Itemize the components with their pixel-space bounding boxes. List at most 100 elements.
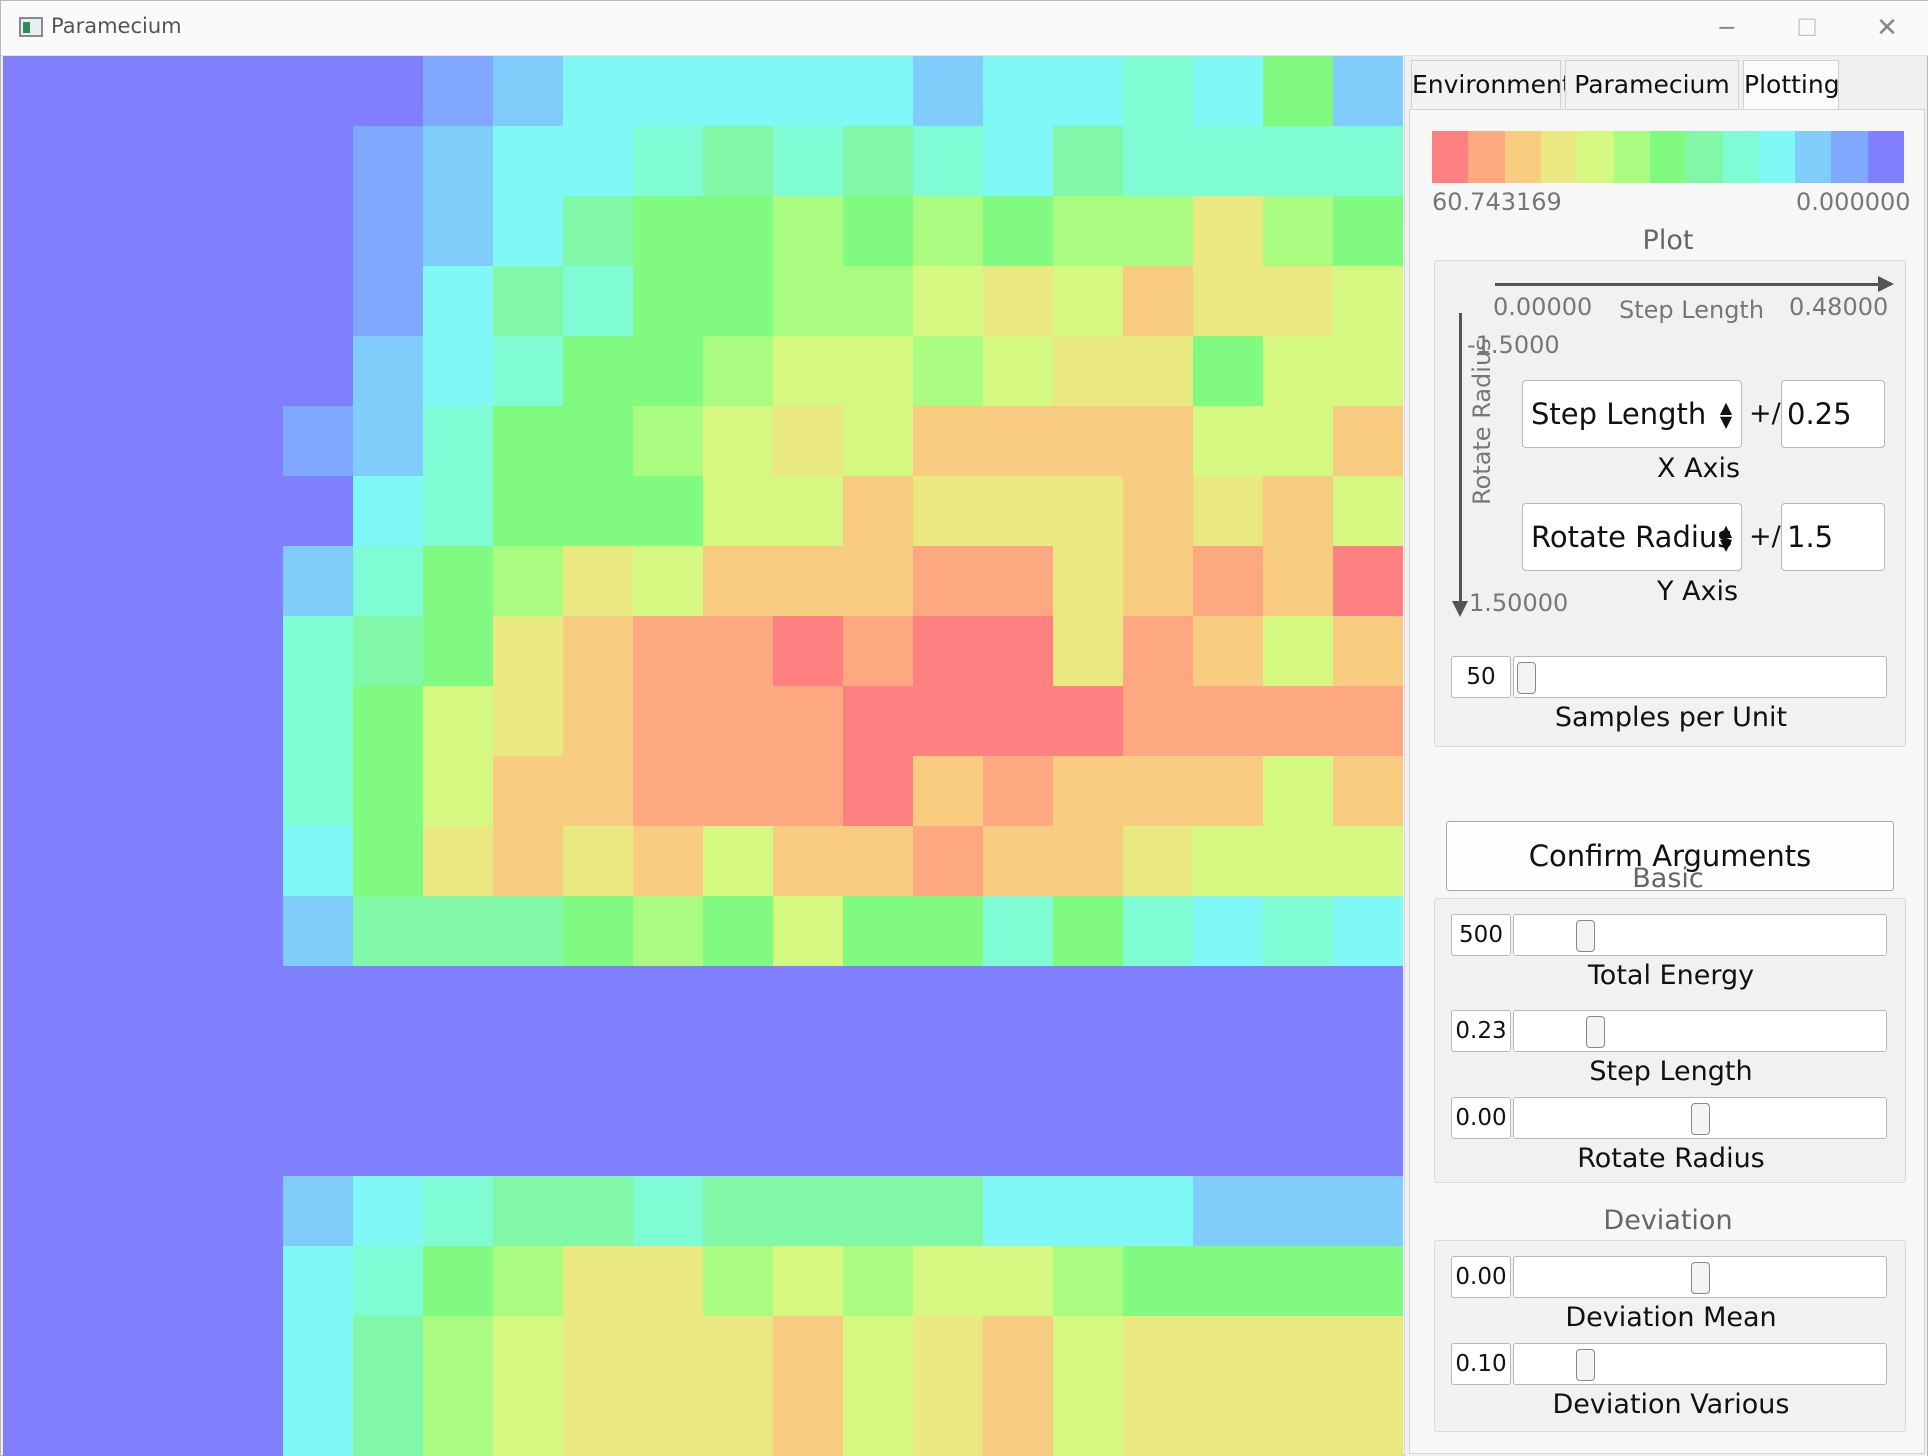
heatmap-cell — [913, 966, 983, 1036]
heatmap-cell — [983, 476, 1053, 546]
heatmap-cell — [633, 336, 703, 406]
heatmap-cell — [3, 1386, 73, 1456]
x-axis-arrow — [1495, 276, 1894, 292]
heatmap-cell — [1193, 616, 1263, 686]
slider-thumb[interactable] — [1575, 1349, 1595, 1381]
heatmap-cell — [1193, 336, 1263, 406]
plot-group: 0.00000 Step Length 0.48000 -1.5000 Rota… — [1434, 260, 1906, 747]
heatmap-cell — [773, 1316, 843, 1386]
heatmap-cell — [843, 826, 913, 896]
tab-environment[interactable]: Environment — [1411, 60, 1572, 110]
x-tolerance-input[interactable]: 0.25 — [1781, 380, 1885, 448]
maximize-button[interactable]: ☐ — [1777, 9, 1837, 47]
y-axis-name-label: Rotate Radius — [1468, 338, 1496, 505]
color-scale-swatch — [1795, 131, 1832, 183]
slider-thumb[interactable] — [1690, 1262, 1710, 1294]
heatmap-cell — [283, 476, 353, 546]
slider-thumb[interactable] — [1575, 920, 1595, 952]
heatmap-cell — [1263, 616, 1333, 686]
heatmap-cell — [143, 896, 213, 966]
app-window: Paramecium ─ ☐ ✕ Environment Paramecium … — [0, 0, 1928, 1456]
heatmap-cell — [983, 966, 1053, 1036]
total-energy-value[interactable]: 500 — [1451, 914, 1511, 956]
x-axis-select[interactable]: Step Length ▲ ▼ — [1522, 380, 1742, 448]
heatmap-cell — [1263, 126, 1333, 196]
deviation-mean-track[interactable] — [1513, 1256, 1887, 1298]
heatmap-cell — [913, 616, 983, 686]
step-length-track[interactable] — [1513, 1010, 1887, 1052]
heatmap-cell — [1263, 966, 1333, 1036]
heatmap-cell — [3, 406, 73, 476]
select-arrows-icon: ▲ ▼ — [1719, 521, 1733, 554]
tab-paramecium[interactable]: Paramecium — [1565, 60, 1739, 110]
heatmap-cell — [1333, 616, 1403, 686]
heatmap-cell — [353, 1386, 423, 1456]
deviation-various-track[interactable] — [1513, 1343, 1887, 1385]
samples-per-unit-track[interactable] — [1513, 656, 1887, 698]
tab-plotting[interactable]: Plotting — [1743, 60, 1840, 110]
heatmap-cell — [773, 1176, 843, 1246]
heatmap-cell — [843, 1036, 913, 1106]
heatmap-cell — [423, 1386, 493, 1456]
y-axis-select[interactable]: Rotate Radius ▲ ▼ — [1522, 503, 1742, 571]
heatmap-cell — [1333, 686, 1403, 756]
heatmap-cell — [1123, 616, 1193, 686]
heatmap-cell — [913, 1316, 983, 1386]
heatmap-cell — [633, 266, 703, 336]
close-button[interactable]: ✕ — [1857, 9, 1917, 47]
minimize-button[interactable]: ─ — [1697, 9, 1757, 47]
heatmap-cell — [1333, 196, 1403, 266]
heatmap-cell — [983, 896, 1053, 966]
heatmap-cell — [563, 1246, 633, 1316]
color-scale-swatch — [1468, 131, 1505, 183]
heatmap-cell — [703, 406, 773, 476]
heatmap-cell — [493, 1036, 563, 1106]
step-length-value[interactable]: 0.23 — [1451, 1010, 1511, 1052]
heatmap-cell — [1053, 1386, 1123, 1456]
heatmap-cell — [1333, 896, 1403, 966]
y-tolerance-input[interactable]: 1.5 — [1781, 503, 1885, 571]
heatmap-cell — [1123, 826, 1193, 896]
slider-thumb[interactable] — [1517, 662, 1536, 694]
heatmap-cell — [703, 966, 773, 1036]
heatmap-cell — [1333, 1386, 1403, 1456]
heatmap-cell — [493, 476, 563, 546]
color-scale-swatch — [1432, 131, 1469, 183]
heatmap-cell — [73, 266, 143, 336]
heatmap-cell — [3, 896, 73, 966]
heatmap-cell — [563, 546, 633, 616]
rotate-radius-track[interactable] — [1513, 1097, 1887, 1139]
heatmap-cell — [143, 196, 213, 266]
heatmap-cell — [283, 1246, 353, 1316]
heatmap-cell — [913, 1176, 983, 1246]
heatmap-cell — [1123, 1176, 1193, 1246]
heatmap-cell — [73, 616, 143, 686]
heatmap-cell — [913, 546, 983, 616]
rotate-radius-value[interactable]: 0.00 — [1451, 1097, 1511, 1139]
heatmap-cell — [493, 336, 563, 406]
heatmap-cell — [1193, 1176, 1263, 1246]
deviation-mean-value[interactable]: 0.00 — [1451, 1256, 1511, 1298]
slider-thumb[interactable] — [1586, 1016, 1606, 1048]
heatmap-cell — [1333, 336, 1403, 406]
heatmap-cell — [773, 546, 843, 616]
heatmap-cell — [1053, 686, 1123, 756]
deviation-various-value[interactable]: 0.10 — [1451, 1343, 1511, 1385]
total-energy-track[interactable] — [1513, 914, 1887, 956]
heatmap-cell — [1193, 196, 1263, 266]
heatmap-cell — [1053, 1176, 1123, 1246]
heatmap-cell — [143, 1386, 213, 1456]
heatmap-cell — [913, 266, 983, 336]
heatmap-cell — [213, 1106, 283, 1176]
heatmap-cell — [1193, 686, 1263, 756]
heatmap-cell — [423, 196, 493, 266]
heatmap-cell — [633, 56, 703, 126]
heatmap-cell — [493, 1316, 563, 1386]
samples-per-unit-value[interactable]: 50 — [1451, 656, 1511, 698]
heatmap-cell — [423, 1106, 493, 1176]
slider-thumb[interactable] — [1690, 1103, 1710, 1135]
heatmap-cell — [213, 476, 283, 546]
heatmap-cell — [1263, 896, 1333, 966]
heatmap-cell — [633, 1176, 703, 1246]
title-bar[interactable]: Paramecium ─ ☐ ✕ — [1, 1, 1928, 56]
